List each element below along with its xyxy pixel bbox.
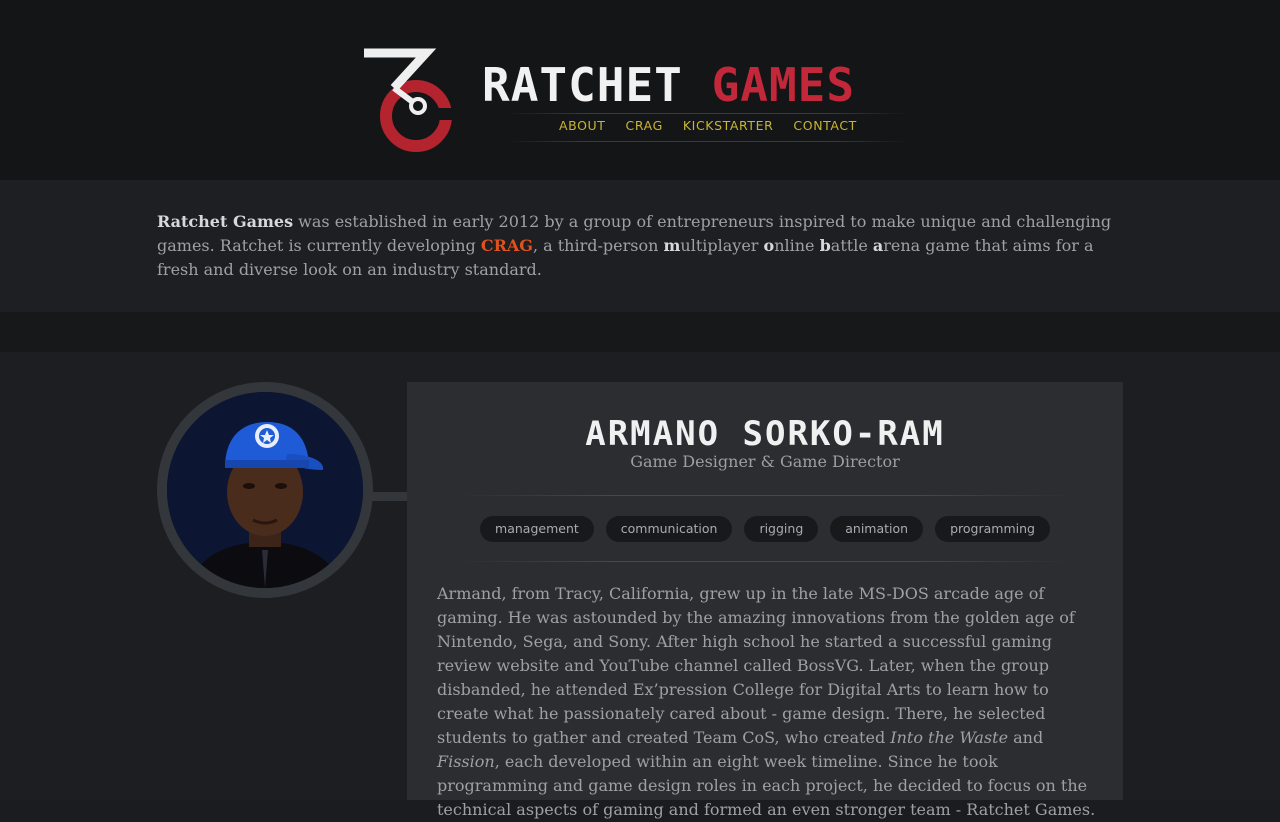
member-bio: Armand, from Tracy, California, grew up …: [437, 584, 1096, 819]
game-title: Fission: [437, 752, 495, 771]
skill-tag: animation: [830, 516, 924, 542]
member-name: ARMANO SORKO-RAM: [585, 414, 945, 454]
ratchet-logo-icon[interactable]: [360, 48, 460, 152]
intro-section: Ratchet Games was established in early 2…: [0, 180, 1280, 312]
section-divider-band: [0, 312, 1280, 352]
brand-word-games: GAMES: [711, 58, 856, 112]
brand-wordmark[interactable]: RATCHET GAMES: [482, 60, 855, 110]
nav-crag[interactable]: CRAG: [616, 118, 673, 138]
member-role: Game Designer & Game Director: [630, 452, 900, 471]
company-name: Ratchet Games: [157, 212, 294, 231]
nav-about[interactable]: ABOUT: [549, 118, 616, 138]
intro-paragraph: Ratchet Games was established in early 2…: [157, 212, 1112, 279]
brand-word-ratchet: RATCHET: [482, 58, 683, 112]
avatar: [167, 392, 363, 588]
skill-tag: programming: [935, 516, 1050, 542]
main-nav: ABOUT CRAG KICKSTARTER CONTACT: [549, 118, 867, 138]
nav-rule-bottom: [505, 141, 910, 142]
member-card: ARMANO SORKO-RAM Game Designer & Game Di…: [407, 382, 1123, 819]
skill-tag: communication: [605, 516, 733, 542]
nav-contact[interactable]: CONTACT: [783, 118, 866, 138]
skill-tag: management: [480, 516, 594, 542]
card-rule-top: [457, 495, 1073, 496]
skills-list: management communication rigging animati…: [407, 516, 1123, 542]
crag-link[interactable]: CRAG: [481, 236, 533, 255]
card-rule-bottom: [457, 561, 1073, 562]
nav-kickstarter[interactable]: KICKSTARTER: [673, 118, 784, 138]
skill-tag: rigging: [744, 516, 819, 542]
nav-rule-top: [505, 113, 910, 114]
game-title: Into the Waste: [890, 728, 1009, 747]
site-header: RATCHET GAMES ABOUT CRAG KICKSTARTER CON…: [0, 0, 1280, 180]
avatar-connector: [372, 492, 408, 501]
avatar-photo: [167, 392, 363, 588]
